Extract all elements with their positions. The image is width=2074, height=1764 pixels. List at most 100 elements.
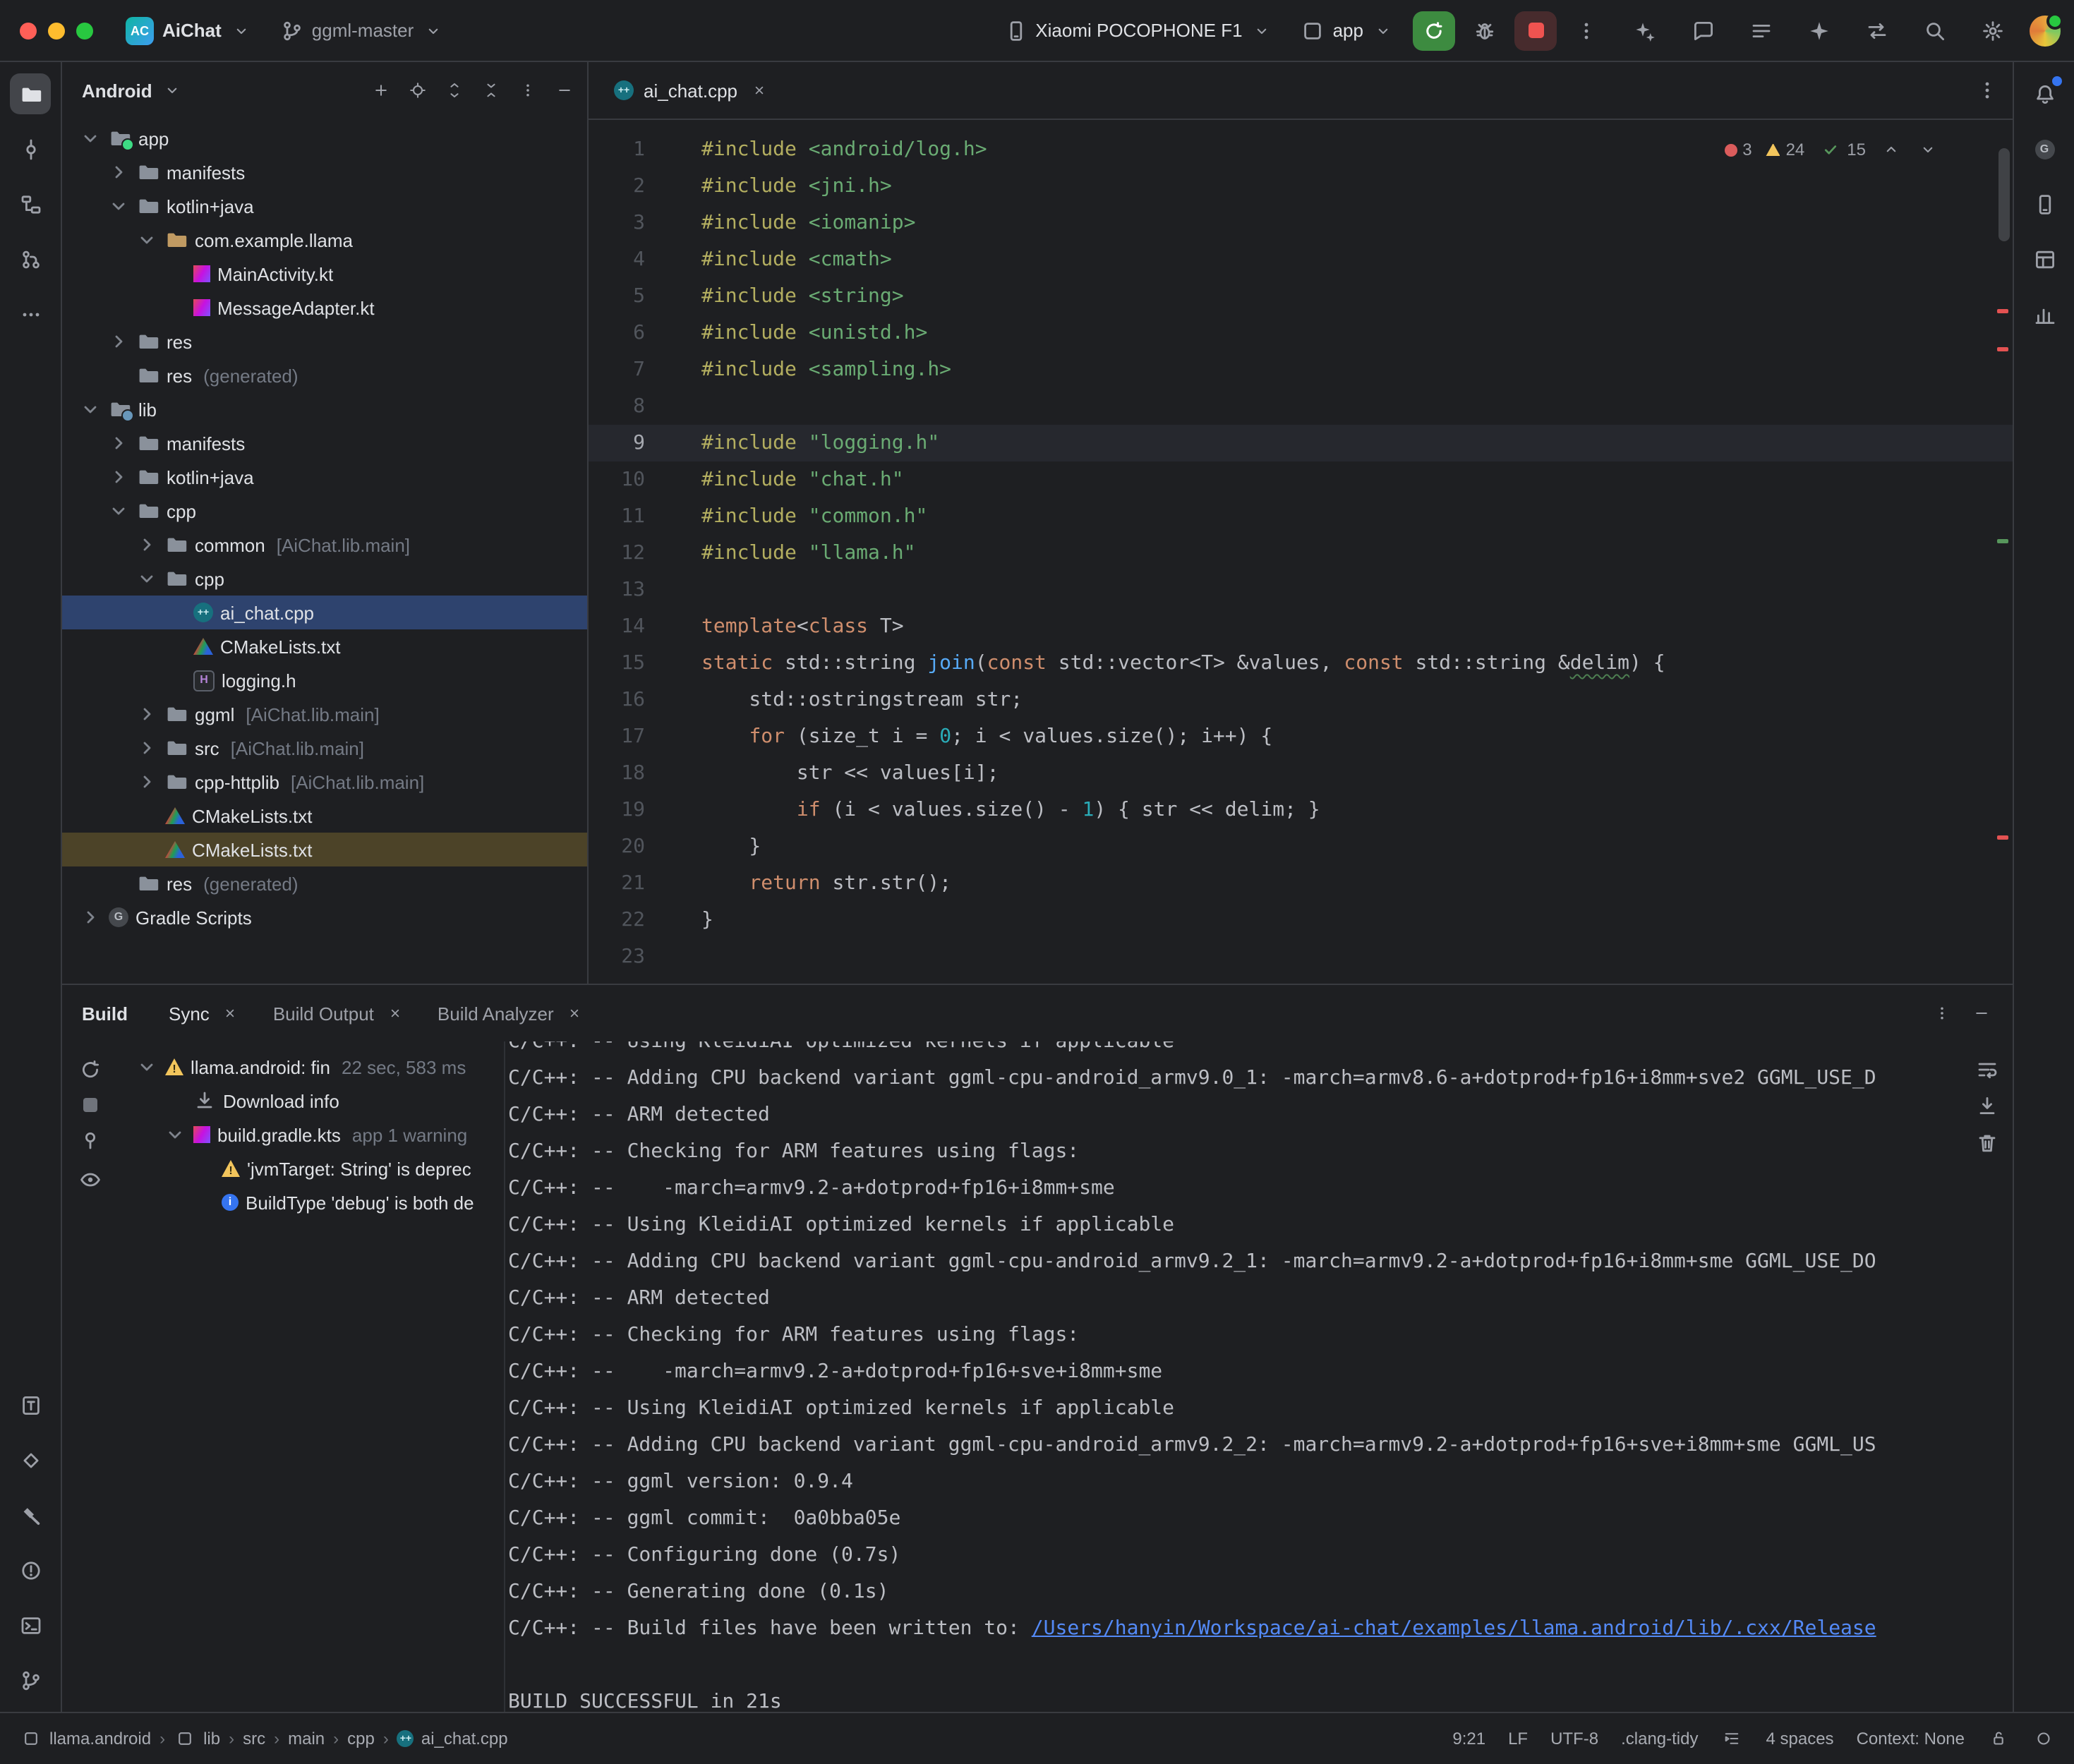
hide-panel-icon[interactable]: [1970, 1002, 1993, 1025]
layout-inspector-button[interactable]: [2024, 238, 2065, 279]
chevron-right-icon[interactable]: [107, 330, 130, 353]
code-line-6[interactable]: 6#include <unistd.h>: [589, 315, 2013, 351]
breadcrumb-cpp[interactable]: cpp: [347, 1729, 375, 1748]
code-line-9[interactable]: 9#include "logging.h": [589, 425, 2013, 461]
context-widget[interactable]: Context: None: [1857, 1729, 1965, 1748]
version-control-button[interactable]: [10, 1660, 51, 1700]
clear-all-icon[interactable]: [1976, 1132, 1998, 1154]
vcs-branch-selector[interactable]: ggml-master: [271, 13, 455, 47]
stop-button[interactable]: [1514, 11, 1557, 50]
stripe-mark[interactable]: [1997, 835, 2008, 840]
project-tree-item-mainactivity-kt[interactable]: MainActivity.kt: [62, 257, 587, 291]
previous-problem-icon[interactable]: [1880, 138, 1903, 161]
clang-tidy-widget[interactable]: .clang-tidy: [1621, 1729, 1698, 1748]
chevron-down-icon[interactable]: [161, 79, 183, 102]
project-button[interactable]: [10, 73, 51, 114]
running-devices-button[interactable]: [10, 1384, 51, 1425]
line-number[interactable]: 7: [589, 351, 645, 388]
chevron-right-icon[interactable]: [107, 432, 130, 454]
chevron-down-icon[interactable]: [164, 1123, 186, 1146]
close-tab-icon[interactable]: [219, 1002, 242, 1025]
line-number[interactable]: 14: [589, 608, 645, 645]
code-line-15[interactable]: 15static std::string join(const std::vec…: [589, 645, 2013, 682]
line-number[interactable]: 3: [589, 205, 645, 241]
task-list-button[interactable]: [1740, 10, 1781, 51]
project-tree-item-cpp-httplib[interactable]: cpp-httplib[AiChat.lib.main]: [62, 765, 587, 799]
chevron-right-icon[interactable]: [79, 906, 102, 929]
project-tree-item-gradle-scripts[interactable]: GGradle Scripts: [62, 900, 587, 934]
project-view-selector[interactable]: Android: [82, 80, 152, 101]
chevron-right-icon[interactable]: [107, 161, 130, 183]
scrollbar-thumb[interactable]: [1998, 148, 2010, 241]
error-count[interactable]: 3: [1724, 131, 1752, 168]
line-number[interactable]: 5: [589, 278, 645, 315]
project-tree-item-app[interactable]: app: [62, 121, 587, 155]
debug-button[interactable]: [1464, 11, 1506, 50]
project-tree-item-ggml[interactable]: ggml[AiChat.lib.main]: [62, 697, 587, 731]
breadcrumb-main[interactable]: main: [288, 1729, 325, 1748]
line-number[interactable]: 10: [589, 461, 645, 498]
more-options-icon[interactable]: [517, 79, 539, 102]
line-number[interactable]: 16: [589, 682, 645, 718]
project-tree-item-cmakelists-txt[interactable]: CMakeLists.txt: [62, 799, 587, 833]
code-line-5[interactable]: 5#include <string>: [589, 278, 2013, 315]
code-line-21[interactable]: 21 return str.str();: [589, 865, 2013, 902]
stop-build-icon[interactable]: [83, 1098, 97, 1112]
indent-size[interactable]: 4 spaces: [1766, 1729, 1834, 1748]
dependencies-button[interactable]: [10, 1439, 51, 1480]
search-button[interactable]: [1914, 10, 1955, 51]
code-line-22[interactable]: 22}: [589, 902, 2013, 938]
project-tree-item-logging-h[interactable]: Hlogging.h: [62, 663, 587, 697]
locate-file-icon[interactable]: [406, 79, 429, 102]
line-number[interactable]: 13: [589, 572, 645, 608]
project-tree-item-lib[interactable]: lib: [62, 392, 587, 426]
chevron-down-icon[interactable]: [107, 500, 130, 522]
stripe-mark[interactable]: [1997, 539, 2008, 543]
code-line-14[interactable]: 14template<class T>: [589, 608, 2013, 645]
line-number[interactable]: 6: [589, 315, 645, 351]
add-icon[interactable]: [370, 79, 392, 102]
build-output-path-link[interactable]: /Users/hanyin/Workspace/ai-chat/examples…: [1032, 1617, 1876, 1640]
minimize-window-button[interactable]: [48, 22, 65, 39]
gemini-button[interactable]: [1798, 10, 1839, 51]
passed-count[interactable]: 15: [1819, 131, 1866, 168]
chevron-right-icon[interactable]: [107, 466, 130, 488]
chevron-down-icon[interactable]: [79, 127, 102, 150]
project-tree-item-cmakelists-txt[interactable]: CMakeLists.txt: [62, 833, 587, 866]
line-number[interactable]: 4: [589, 241, 645, 278]
project-tree-item-res[interactable]: res(generated): [62, 866, 587, 900]
line-number[interactable]: 8: [589, 388, 645, 425]
build-tree-item-llama-android-fin[interactable]: !llama.android: fin22 sec, 583 ms: [119, 1050, 504, 1084]
formatter-mode-icon[interactable]: [1721, 1727, 1744, 1750]
translate-ai-button[interactable]: [1624, 10, 1665, 51]
breadcrumb-ai-chat-cpp[interactable]: ++ai_chat.cpp: [397, 1729, 508, 1748]
breadcrumb-llama-android[interactable]: llama.android: [20, 1727, 151, 1750]
build-tab-sync[interactable]: Sync: [156, 996, 255, 1030]
code-line-19[interactable]: 19 if (i < values.size() - 1) { str << d…: [589, 792, 2013, 828]
inspection-level-icon[interactable]: [2032, 1727, 2055, 1750]
line-number[interactable]: 20: [589, 828, 645, 865]
device-manager-button[interactable]: [2024, 183, 2065, 224]
code-line-10[interactable]: 10#include "chat.h": [589, 461, 2013, 498]
warning-count[interactable]: 24: [1766, 131, 1805, 168]
code-line-20[interactable]: 20 }: [589, 828, 2013, 865]
line-number[interactable]: 23: [589, 938, 645, 975]
chevron-down-icon[interactable]: [135, 1056, 158, 1078]
code-line-7[interactable]: 7#include <sampling.h>: [589, 351, 2013, 388]
pull-requests-button[interactable]: [10, 238, 51, 279]
gradle-button[interactable]: G: [2024, 128, 2065, 169]
code-line-18[interactable]: 18 str << values[i];: [589, 755, 2013, 792]
project-tree-item-common[interactable]: common[AiChat.lib.main]: [62, 528, 587, 562]
more-options-icon[interactable]: [1931, 1002, 1953, 1025]
breadcrumb-lib[interactable]: lib: [174, 1727, 220, 1750]
project-selector[interactable]: AC AiChat: [116, 11, 263, 50]
collapse-all-icon[interactable]: [480, 79, 502, 102]
project-tree-item-cmakelists-txt[interactable]: CMakeLists.txt: [62, 629, 587, 663]
stripe-mark[interactable]: [1997, 309, 2008, 313]
scroll-to-end-icon[interactable]: [1976, 1095, 1998, 1118]
editor-options-icon[interactable]: [1976, 79, 1998, 102]
build-tab-build-output[interactable]: Build Output: [260, 996, 419, 1030]
more-button[interactable]: [10, 294, 51, 334]
code-editor[interactable]: 1#include <android/log.h>2#include <jni.…: [589, 120, 2013, 984]
more-actions-button[interactable]: [1565, 11, 1608, 50]
